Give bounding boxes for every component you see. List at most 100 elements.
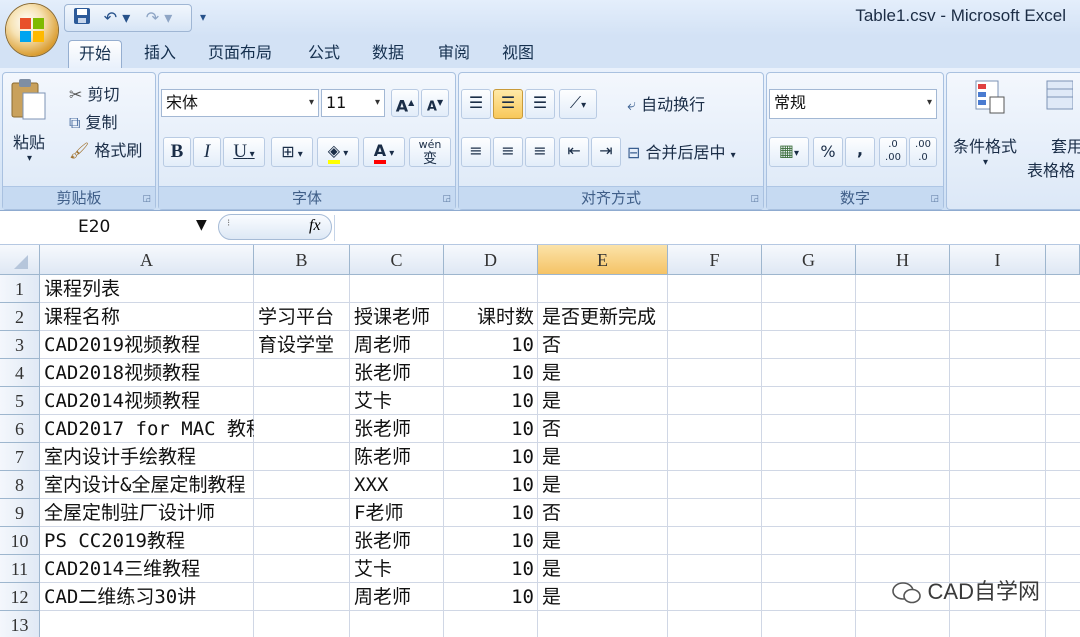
cell-a5[interactable]: CAD2014视频教程 (40, 387, 254, 415)
italic-button[interactable]: I (193, 137, 221, 167)
row-header[interactable]: 6 (0, 415, 40, 443)
cell-a3[interactable]: CAD2019视频教程 (40, 331, 254, 359)
copy-button[interactable]: ⧉ 复制 (69, 109, 118, 133)
orientation-button[interactable]: ⟋▾ (559, 89, 597, 119)
tab-view[interactable]: 视图 (492, 40, 544, 68)
decrease-decimal-button[interactable]: .00 .0 (909, 137, 937, 167)
row-header[interactable]: 9 (0, 499, 40, 527)
cell-c5[interactable]: 艾卡 (350, 387, 444, 415)
tab-review[interactable]: 审阅 (428, 40, 480, 68)
cell-c3[interactable]: 周老师 (350, 331, 444, 359)
column-header-c[interactable]: C (350, 245, 444, 275)
paste-dropdown-icon[interactable]: ▾ (27, 153, 32, 164)
cell-a9[interactable]: 全屋定制驻厂设计师 (40, 499, 254, 527)
row-header[interactable]: 4 (0, 359, 40, 387)
conditional-format-button[interactable]: 条件格式 ▾ (949, 77, 1031, 177)
cell-e9[interactable]: 否 (538, 499, 668, 527)
tab-formulas[interactable]: 公式 (298, 40, 350, 68)
cell-a10[interactable]: PS CC2019教程 (40, 527, 254, 555)
column-header-d[interactable]: D (444, 245, 538, 275)
column-header-e[interactable]: E (538, 245, 668, 275)
grip-icon[interactable]: ⁝ (227, 218, 230, 229)
cell-d2[interactable]: 课时数 (444, 303, 538, 331)
increase-decimal-button[interactable]: .0 .00 (879, 137, 907, 167)
font-name-select[interactable]: 宋体 ▾ (161, 89, 319, 117)
cell-c9[interactable]: F老师 (350, 499, 444, 527)
cell-d6[interactable]: 10 (444, 415, 538, 443)
cell-e11[interactable]: 是 (538, 555, 668, 583)
format-as-table-button[interactable]: 套用 表格格 (1027, 77, 1080, 180)
cell-e13[interactable] (538, 611, 668, 637)
cell-c11[interactable]: 艾卡 (350, 555, 444, 583)
cell-b5[interactable] (254, 387, 350, 415)
number-format-select[interactable]: 常规 ▾ (769, 89, 937, 119)
cell-b8[interactable] (254, 471, 350, 499)
cell-d1[interactable] (444, 275, 538, 303)
row-header[interactable]: 8 (0, 471, 40, 499)
cell-a2[interactable]: 课程名称 (40, 303, 254, 331)
font-color-button[interactable]: A ▾ (363, 137, 405, 167)
cell-a7[interactable]: 室内设计手绘教程 (40, 443, 254, 471)
accounting-format-button[interactable]: ▦▾ (769, 137, 809, 167)
cell-c2[interactable]: 授课老师 (350, 303, 444, 331)
cell-b10[interactable] (254, 527, 350, 555)
cell-c12[interactable]: 周老师 (350, 583, 444, 611)
align-center-button[interactable]: ≡ (493, 137, 523, 167)
cell-c8[interactable]: XXX (350, 471, 444, 499)
column-header-a[interactable]: A (40, 245, 254, 275)
cell-d4[interactable]: 10 (444, 359, 538, 387)
tab-page-layout[interactable]: 页面布局 (198, 40, 282, 68)
cell-d3[interactable]: 10 (444, 331, 538, 359)
align-bottom-button[interactable]: ☰ (525, 89, 555, 119)
increase-indent-button[interactable]: ⇥ (591, 137, 621, 167)
formula-input[interactable] (334, 215, 1080, 241)
font-size-select[interactable]: 11 ▾ (321, 89, 385, 117)
bold-button[interactable]: B (163, 137, 191, 167)
cell-a4[interactable]: CAD2018视频教程 (40, 359, 254, 387)
cell-b9[interactable] (254, 499, 350, 527)
align-top-button[interactable]: ☰ (461, 89, 491, 119)
underline-button[interactable]: U ▾ (223, 137, 265, 167)
cell-e5[interactable]: 是 (538, 387, 668, 415)
grow-font-button[interactable]: A▲ (391, 89, 419, 117)
alignment-launcher-icon[interactable]: ◲ (750, 194, 759, 204)
tab-data[interactable]: 数据 (362, 40, 414, 68)
align-left-button[interactable]: ≡ (461, 137, 491, 167)
cell-b12[interactable] (254, 583, 350, 611)
row-header[interactable]: 12 (0, 583, 40, 611)
cell-b4[interactable] (254, 359, 350, 387)
paste-button[interactable]: 粘贴 ▾ (9, 77, 53, 177)
undo-icon[interactable]: ↶ ▾ (99, 7, 135, 29)
align-middle-button[interactable]: ☰ (493, 89, 523, 119)
save-icon[interactable] (71, 7, 93, 29)
chevron-down-icon[interactable]: ▼ (196, 217, 207, 233)
row-header[interactable]: 3 (0, 331, 40, 359)
cell-d12[interactable]: 10 (444, 583, 538, 611)
cell-d9[interactable]: 10 (444, 499, 538, 527)
cell-c6[interactable]: 张老师 (350, 415, 444, 443)
tab-insert[interactable]: 插入 (134, 40, 186, 68)
cell-a8[interactable]: 室内设计&全屋定制教程 (40, 471, 254, 499)
percent-button[interactable]: % (813, 137, 843, 167)
cell-e6[interactable]: 否 (538, 415, 668, 443)
cell-b13[interactable] (254, 611, 350, 637)
cell-e4[interactable]: 是 (538, 359, 668, 387)
cell-a12[interactable]: CAD二维练习30讲 (40, 583, 254, 611)
align-right-button[interactable]: ≡ (525, 137, 555, 167)
cell-b2[interactable]: 学习平台 (254, 303, 350, 331)
merge-center-button[interactable]: ⊟ 合并后居中 ▾ (627, 139, 736, 163)
clipboard-launcher-icon[interactable]: ◲ (142, 194, 151, 204)
row-header[interactable]: 2 (0, 303, 40, 331)
borders-button[interactable]: ⊞ ▾ (271, 137, 313, 167)
comma-button[interactable]: , (845, 137, 875, 167)
column-header-next[interactable] (1046, 245, 1080, 275)
row-header[interactable]: 10 (0, 527, 40, 555)
cell-e3[interactable]: 否 (538, 331, 668, 359)
column-header-g[interactable]: G (762, 245, 856, 275)
cell-b11[interactable] (254, 555, 350, 583)
cell-a6[interactable]: CAD2017 for MAC 教程 (40, 415, 254, 443)
format-painter-button[interactable]: 🖌 格式刷 (69, 137, 142, 161)
cell-c10[interactable]: 张老师 (350, 527, 444, 555)
cell-b3[interactable]: 育设学堂 (254, 331, 350, 359)
column-header-h[interactable]: H (856, 245, 950, 275)
